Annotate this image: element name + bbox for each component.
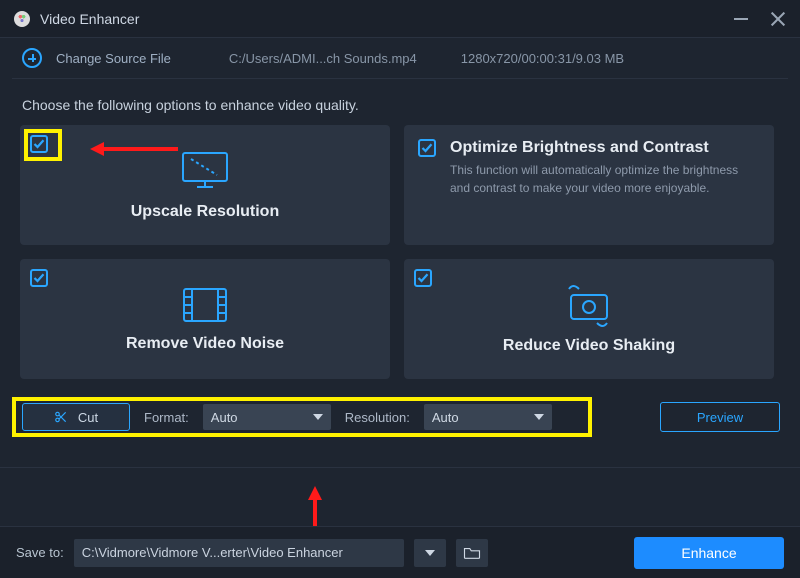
window-close-button[interactable] bbox=[770, 11, 786, 27]
controls-row: Cut Format: Auto Resolution: Auto Previe… bbox=[12, 397, 788, 437]
chevron-down-icon bbox=[534, 414, 544, 420]
divider bbox=[0, 467, 800, 468]
title-bar: Video Enhancer bbox=[0, 0, 800, 38]
checkbox-optimize[interactable] bbox=[418, 139, 436, 157]
annotation-arrow-icon bbox=[305, 486, 325, 530]
option-optimize-brightness[interactable]: Optimize Brightness and Contrast This fu… bbox=[404, 125, 774, 245]
window-minimize-button[interactable] bbox=[734, 18, 748, 20]
option-title: Upscale Resolution bbox=[131, 203, 279, 221]
resolution-dropdown[interactable]: Auto bbox=[424, 404, 552, 430]
monitor-icon bbox=[177, 149, 233, 193]
format-dropdown[interactable]: Auto bbox=[203, 404, 331, 430]
save-bar: Save to: C:\Vidmore\Vidmore V...erter\Vi… bbox=[0, 526, 800, 578]
cut-button[interactable]: Cut bbox=[22, 403, 130, 431]
chevron-down-icon bbox=[313, 414, 323, 420]
cut-label: Cut bbox=[78, 410, 98, 425]
option-title: Remove Video Noise bbox=[126, 335, 284, 353]
option-remove-noise[interactable]: Remove Video Noise bbox=[20, 259, 390, 379]
option-title: Reduce Video Shaking bbox=[503, 337, 675, 355]
instruction-text: Choose the following options to enhance … bbox=[0, 79, 800, 125]
resolution-value: Auto bbox=[432, 410, 459, 425]
checkbox-deshake[interactable] bbox=[414, 269, 432, 287]
app-icon bbox=[14, 11, 30, 27]
format-value: Auto bbox=[211, 410, 238, 425]
window-title: Video Enhancer bbox=[40, 11, 139, 27]
preview-button[interactable]: Preview bbox=[660, 402, 780, 432]
annotation-arrow-icon bbox=[90, 139, 180, 159]
options-grid: Upscale Resolution Optimize Brightness a… bbox=[0, 125, 800, 379]
save-path-dropdown[interactable] bbox=[414, 539, 446, 567]
option-upscale-resolution[interactable]: Upscale Resolution bbox=[20, 125, 390, 245]
camera-shake-icon bbox=[559, 283, 619, 327]
checkbox-upscale[interactable] bbox=[30, 135, 48, 153]
save-path-value: C:\Vidmore\Vidmore V...erter\Video Enhan… bbox=[82, 545, 343, 560]
option-reduce-shaking[interactable]: Reduce Video Shaking bbox=[404, 259, 774, 379]
chevron-down-icon bbox=[425, 550, 435, 556]
scissors-icon bbox=[54, 410, 68, 424]
film-icon bbox=[180, 285, 230, 325]
source-bar: Change Source File C:/Users/ADMI...ch So… bbox=[0, 38, 800, 78]
enhance-label: Enhance bbox=[681, 545, 736, 561]
option-description: This function will automatically optimiz… bbox=[450, 161, 754, 197]
option-title: Optimize Brightness and Contrast bbox=[450, 139, 754, 157]
enhance-button[interactable]: Enhance bbox=[634, 537, 784, 569]
resolution-label: Resolution: bbox=[345, 410, 410, 425]
change-source-button[interactable]: Change Source File bbox=[56, 51, 171, 66]
source-file-path: C:/Users/ADMI...ch Sounds.mp4 bbox=[229, 51, 417, 66]
open-folder-button[interactable] bbox=[456, 539, 488, 567]
save-path-field[interactable]: C:\Vidmore\Vidmore V...erter\Video Enhan… bbox=[74, 539, 404, 567]
folder-icon bbox=[463, 546, 481, 560]
format-label: Format: bbox=[144, 410, 189, 425]
plus-icon[interactable] bbox=[22, 48, 42, 68]
source-file-meta: 1280x720/00:00:31/9.03 MB bbox=[461, 51, 624, 66]
checkbox-denoise[interactable] bbox=[30, 269, 48, 287]
preview-label: Preview bbox=[697, 410, 743, 425]
save-to-label: Save to: bbox=[16, 545, 64, 560]
